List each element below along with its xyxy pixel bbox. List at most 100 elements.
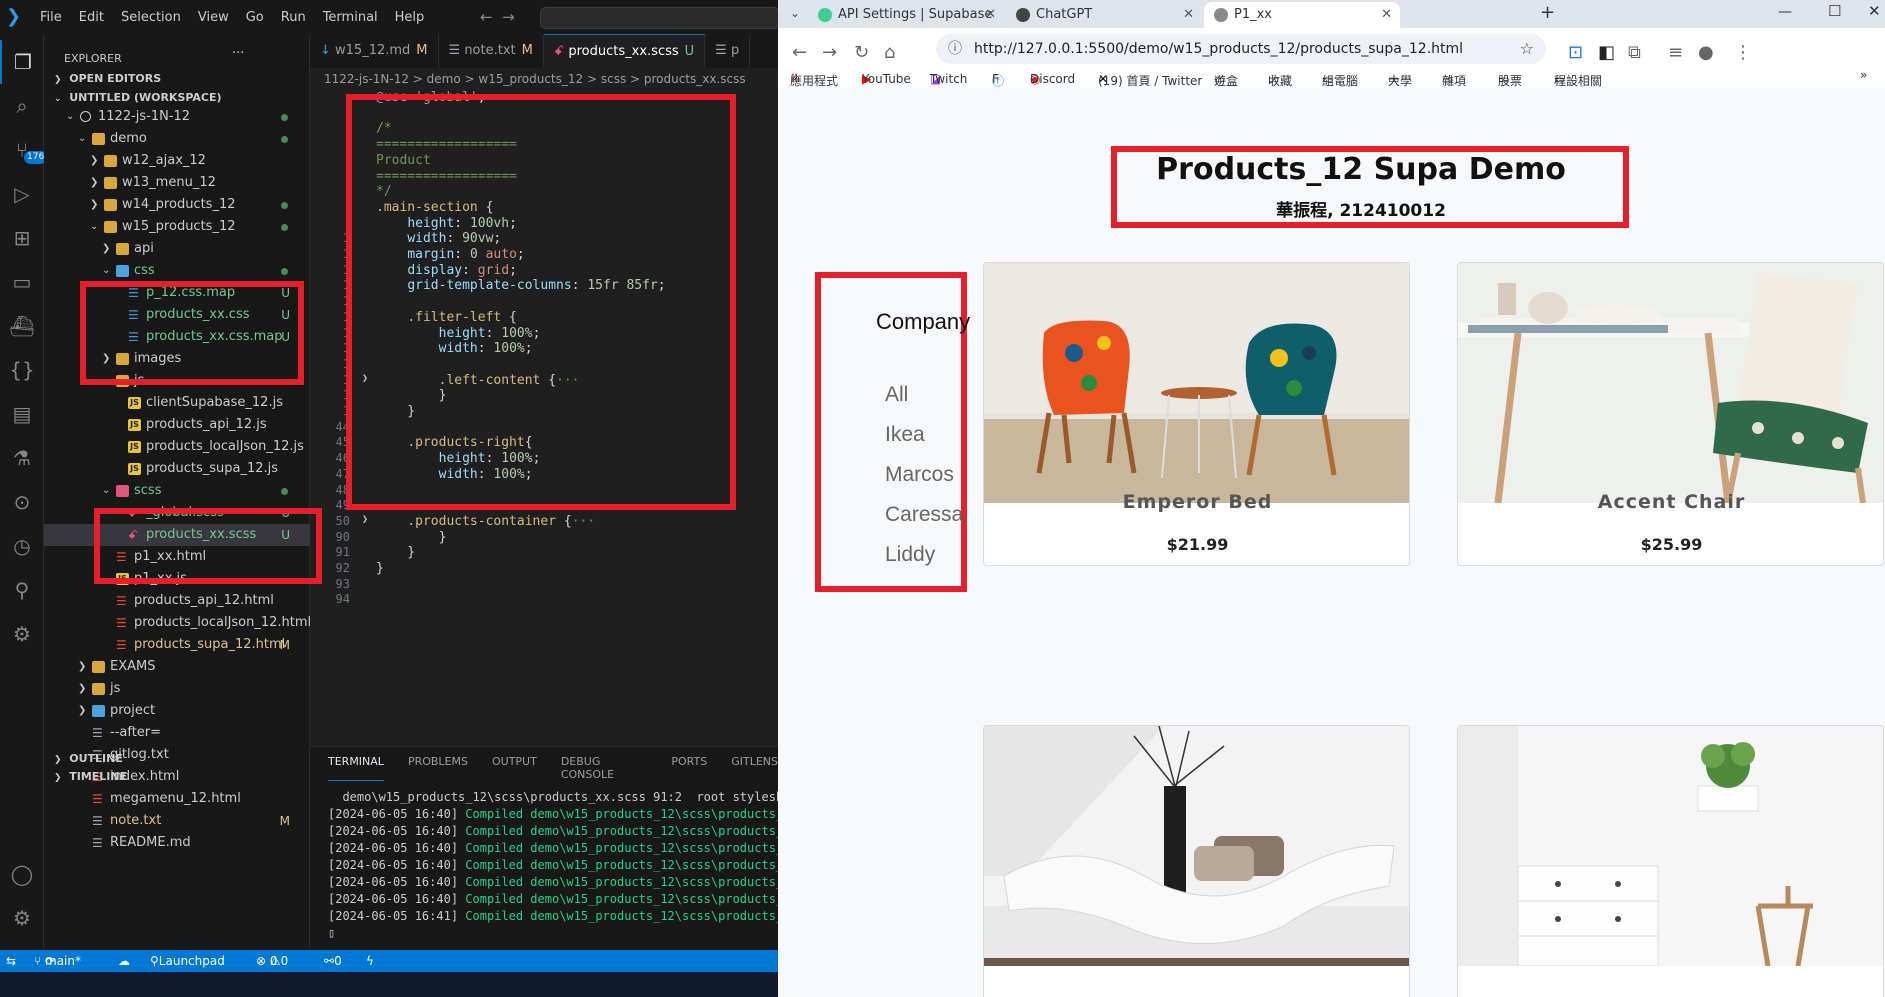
gitlens-icon[interactable]: ⊙ [0,480,44,524]
tree-item[interactable]: ⌄ css [44,260,310,282]
bookmark-star-icon[interactable]: ☆ [1520,34,1534,64]
tree-item[interactable]: JS products_supa_12.js [44,458,310,480]
tree-item[interactable]: ☰ megamenu_12.html [44,788,310,810]
lightning-icon[interactable]: ϟ [366,950,374,972]
product-card[interactable] [1457,725,1884,997]
python-icon[interactable]: ⚲ [0,568,44,612]
minimize-icon[interactable]: — [1778,4,1792,20]
account-icon[interactable]: ◯ [0,852,44,896]
browser-tab[interactable]: ChatGPT ✕ [1006,2,1202,28]
panel-tab-problems[interactable]: PROBLEMS [408,755,468,781]
settings-gear-icon[interactable]: ⚙ [0,896,44,940]
panel-tab-ports[interactable]: PORTS [671,755,707,781]
tree-item[interactable]: ❯ w14_products_12 [44,194,310,216]
command-center-search[interactable] [540,7,778,29]
extension-icon[interactable]: ◧ [1598,42,1615,63]
company-filter-marcos[interactable]: Marcos [885,463,954,487]
tab-products-xx-scss[interactable]: ꗃ products_xx.scss U [543,34,706,68]
menu-item-go[interactable]: Go [246,10,264,25]
close-tab-icon[interactable]: ✕ [1183,2,1194,28]
tab-w15-12-md[interactable]: ↓ w15_12.md M [310,34,439,68]
search-icon[interactable]: ⌕ [0,84,44,128]
profile-avatar-icon[interactable]: ● [1698,42,1714,63]
maximize-icon[interactable]: ☐ [1828,2,1841,20]
tree-item[interactable]: JS products_api_12.js [44,414,310,436]
site-info-icon[interactable]: ⓘ [948,34,962,64]
tree-item[interactable]: JS products_localJson_12.js [44,436,310,458]
close-window-icon[interactable]: ✕ [1868,2,1881,20]
home-icon[interactable]: ⌂ [884,42,895,63]
panel-tab-gitlens[interactable]: GITLENS [731,755,778,781]
json-icon[interactable]: {} [0,348,44,392]
run-debug-icon[interactable]: ▷ [0,172,44,216]
product-card[interactable] [983,725,1410,997]
tree-item[interactable]: ⌄ scss [44,480,310,502]
bookmarks-more-icon[interactable]: » [1860,68,1867,82]
timeline-section[interactable]: ❯ TIMELINE [54,766,127,788]
tree-item[interactable]: ⌄ demo [44,128,310,150]
menu-item-terminal[interactable]: Terminal [323,10,378,25]
tree-item[interactable]: ❯ project [44,700,310,722]
tree-item[interactable]: ❯ w12_ajax_12 [44,150,310,172]
tree-item[interactable]: ⌄ 1122-js-1N-12 [44,106,310,128]
tree-item[interactable]: JS clientSupabase_12.js [44,392,310,414]
testing-icon[interactable]: ⚗ [0,436,44,480]
menu-item-run[interactable]: Run [281,10,306,25]
product-card[interactable]: Emperor Bed $21.99 [983,262,1410,566]
close-tab-icon[interactable]: ✕ [985,2,996,28]
ports-status[interactable]: ⚯ 0 [324,950,342,972]
tree-item[interactable]: ☰ products_supa_12.html M [44,634,310,656]
tree-item[interactable]: ☰ products_localJson_12.html [44,612,311,634]
tree-item[interactable]: ☰ products_api_12.html [44,590,310,612]
browser-tab[interactable]: API Settings | Supabase ✕ [808,2,1004,28]
company-filter-all[interactable]: All [885,383,908,407]
cloud-icon[interactable]: ☁ [118,950,130,972]
tree-item[interactable]: ☰ note.txt M [44,810,310,832]
company-filter-ikea[interactable]: Ikea [885,423,925,447]
new-tab-icon[interactable]: + [1540,2,1555,23]
remote-icon[interactable]: ⇆ [6,950,16,972]
company-filter-caressa[interactable]: Caressa [885,503,963,527]
nav-back-forward-icon[interactable]: ← → [480,8,515,26]
tree-item[interactable]: ❯ EXAMS [44,656,310,678]
panel-tab-debug-console[interactable]: DEBUG CONSOLE [561,755,648,781]
forward-icon[interactable]: → [822,42,837,63]
fold-chevron-icon[interactable]: ❯ [362,514,368,525]
launchpad-status[interactable]: ⚲ Launchpad [150,950,225,972]
remote-explorer-icon[interactable]: ▭ [0,260,44,304]
menu-item-edit[interactable]: Edit [79,10,104,25]
browser-tab[interactable]: P1_xx ✕ [1204,2,1400,28]
terminal-cursor[interactable]: ▯ [328,925,778,942]
branch-status[interactable]: ⑂ main* ⟳ [34,950,81,972]
tree-item[interactable]: ⌄ w15_products_12 [44,216,310,238]
explorer-icon[interactable]: ❐ [0,40,44,84]
menu-item-selection[interactable]: Selection [121,10,181,25]
translate-icon[interactable]: ⊡ [1568,42,1583,63]
tree-item[interactable]: ❯ api [44,238,310,260]
menu-dots-icon[interactable]: ⋮ [1734,42,1752,63]
tree-item[interactable]: ❯ js [44,678,310,700]
tab-p[interactable]: ☰ p [705,34,751,68]
terminal-output[interactable]: demo\w15_products_12\scss\products_xx.sc… [328,789,778,942]
menu-item-file[interactable]: File [40,10,62,25]
extensions-icon[interactable]: ⊞ [0,216,44,260]
breadcrumb[interactable]: 1122-js-1N-12 > demo > w15_products_12 >… [324,68,746,90]
company-filter-liddy[interactable]: Liddy [885,543,935,567]
source-control-icon[interactable]: ⑂ 176 [0,128,48,172]
media-icon[interactable]: ≡ [1668,42,1683,63]
menu-item-view[interactable]: View [198,10,229,25]
tab-search-icon[interactable]: ⌄ [790,6,800,20]
tree-item[interactable]: ☰ README.md [44,832,310,854]
product-card[interactable]: Accent Chair $25.99 [1457,262,1884,566]
close-tab-icon[interactable]: ✕ [1381,2,1392,28]
panel-tab-terminal[interactable]: TERMINAL [328,755,384,781]
reload-icon[interactable]: ↻ [854,42,869,63]
problems-status[interactable]: ⊗ 0 ⚠ 0 [256,950,288,972]
timeline-icon[interactable]: ◷ [0,524,44,568]
menu-item-help[interactable]: Help [395,10,425,25]
back-icon[interactable]: ← [792,42,807,63]
folder-icon[interactable]: ▤ [0,392,44,436]
panel-tab-output[interactable]: OUTPUT [492,755,537,781]
tools-icon[interactable]: ⚙ [0,612,44,656]
address-bar[interactable]: ⓘ http://127.0.0.1:5500/demo/w15_product… [936,34,1546,64]
